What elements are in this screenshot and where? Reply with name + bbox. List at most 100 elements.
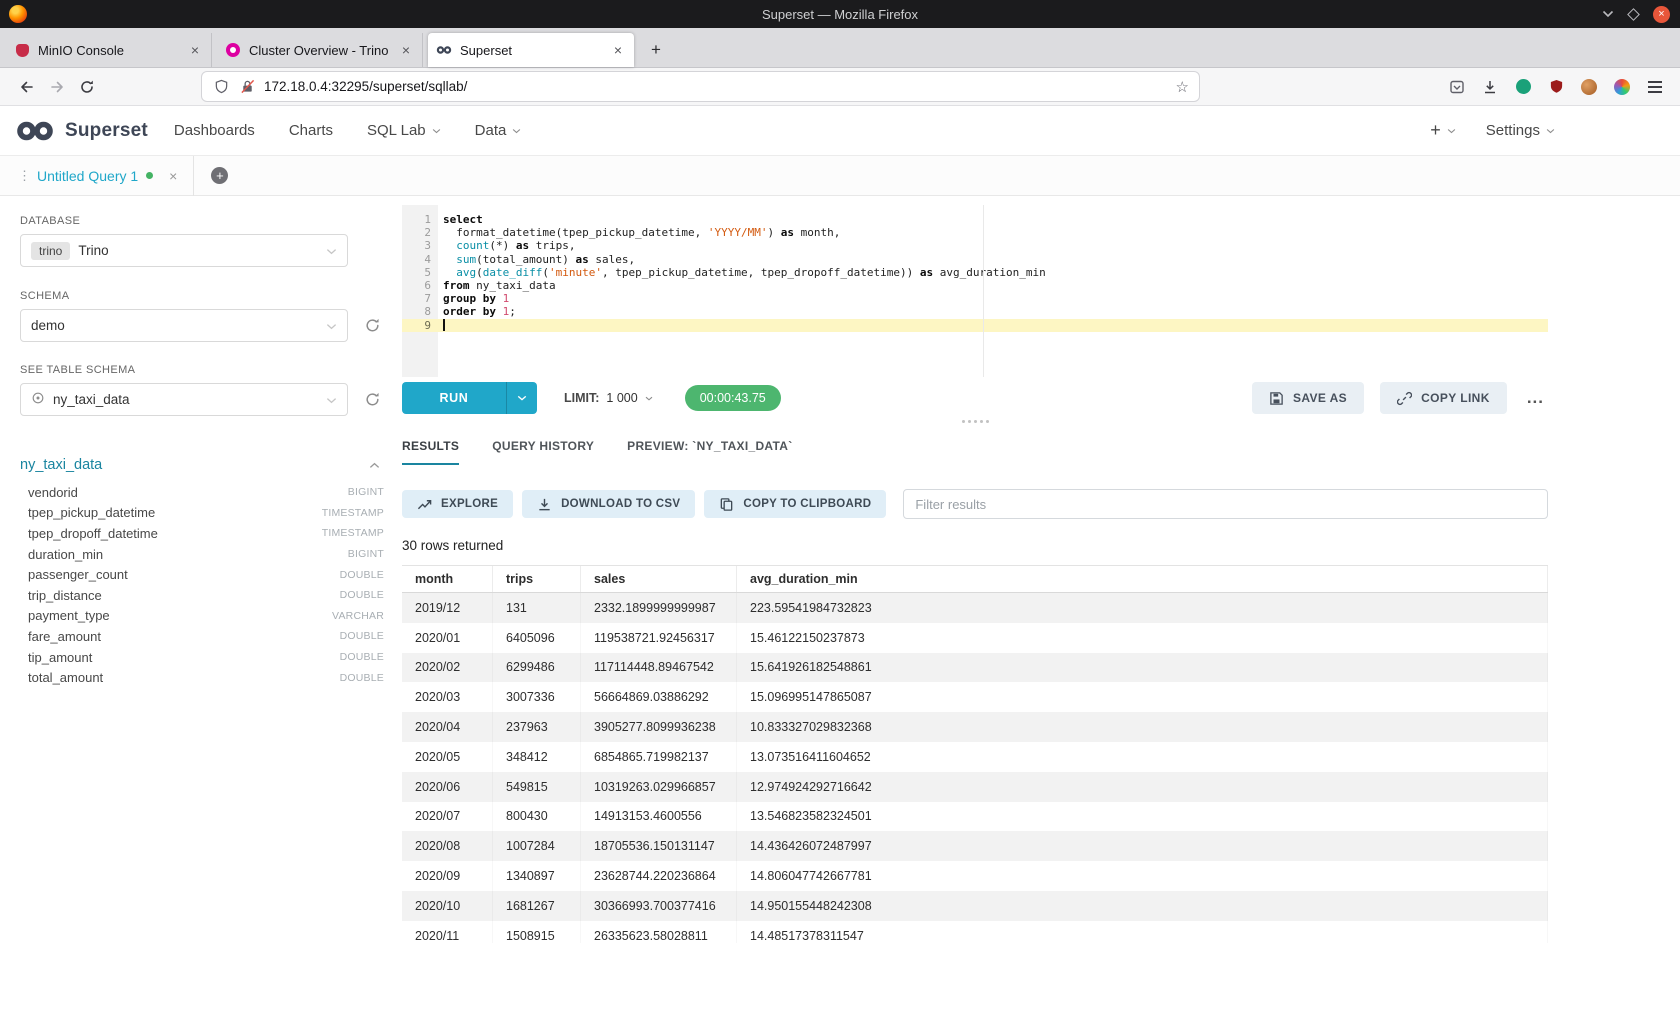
query-tab[interactable]: Untitled Query 1 × xyxy=(37,156,194,196)
account-avatar-icon[interactable] xyxy=(1580,78,1598,96)
nav-sql-lab[interactable]: SQL Lab xyxy=(367,122,441,139)
ublock-shield-icon[interactable] xyxy=(1547,78,1565,96)
copy-clipboard-button[interactable]: COPY TO CLIPBOARD xyxy=(704,490,886,518)
code-line[interactable]: from ny_taxi_data xyxy=(438,279,1548,292)
url-text[interactable]: 172.18.0.4:32295/superset/sqllab/ xyxy=(264,79,1168,94)
column-row[interactable]: payment_typeVARCHAR xyxy=(20,606,384,627)
downloads-icon[interactable] xyxy=(1481,78,1499,96)
code-line[interactable]: count(*) as trips, xyxy=(438,239,1548,252)
nav-dashboards[interactable]: Dashboards xyxy=(174,122,255,139)
save-as-button[interactable]: SAVE AS xyxy=(1252,382,1364,414)
results-tab[interactable]: RESULTS xyxy=(402,430,459,465)
code-line[interactable]: select xyxy=(438,213,1548,226)
column-row[interactable]: vendoridBIGINT xyxy=(20,482,384,503)
schema-select[interactable]: demo xyxy=(20,309,348,342)
sql-editor[interactable]: 123456789 select format_datetime(tpep_pi… xyxy=(402,205,1548,377)
column-row[interactable]: fare_amountDOUBLE xyxy=(20,626,384,647)
extension-pinwheel-icon[interactable] xyxy=(1613,78,1631,96)
grid-cell: 23628744.220236864 xyxy=(581,861,737,891)
column-row[interactable]: passenger_countDOUBLE xyxy=(20,564,384,585)
grid-header-cell[interactable]: month xyxy=(402,566,493,592)
column-row[interactable]: tip_amountDOUBLE xyxy=(20,647,384,668)
filter-results-input[interactable] xyxy=(903,489,1548,519)
pane-resize-handle[interactable] xyxy=(402,415,1548,428)
grid-header: monthtripssalesavg_duration_min xyxy=(402,565,1548,593)
window-minimize-button[interactable] xyxy=(1602,5,1614,23)
insecure-lock-icon[interactable] xyxy=(238,78,256,96)
column-name: passenger_count xyxy=(28,567,128,582)
code-line[interactable]: avg(date_diff('minute', tpep_pickup_date… xyxy=(438,266,1548,279)
code-line[interactable] xyxy=(438,319,1548,332)
download-csv-button[interactable]: DOWNLOAD TO CSV xyxy=(522,490,695,518)
grid-row[interactable]: 2020/10168126730366993.70037741614.95015… xyxy=(402,891,1548,921)
bookmark-star-icon[interactable]: ☆ xyxy=(1176,78,1189,96)
explore-button[interactable]: EXPLORE xyxy=(402,490,513,518)
run-dropdown-button[interactable] xyxy=(506,382,537,414)
grid-row[interactable]: 2020/08100728418705536.15013114714.43642… xyxy=(402,831,1548,861)
grid-row[interactable]: 2020/026299486117114448.8946754215.64192… xyxy=(402,653,1548,683)
code-line[interactable]: format_datetime(tpep_pickup_datetime, 'Y… xyxy=(438,226,1548,239)
query-tab-close-icon[interactable]: × xyxy=(169,168,177,184)
tab-close-icon[interactable]: × xyxy=(187,42,203,58)
code-line[interactable]: order by 1; xyxy=(438,305,1548,318)
grid-row[interactable]: 2020/0654981510319263.02996685712.974924… xyxy=(402,772,1548,802)
save-page-icon[interactable] xyxy=(1448,78,1466,96)
forward-button[interactable] xyxy=(42,73,72,101)
code-line[interactable]: group by 1 xyxy=(438,292,1548,305)
grid-cell: 2020/03 xyxy=(402,682,493,712)
more-options-button[interactable]: ... xyxy=(1523,388,1548,408)
reload-button[interactable] xyxy=(72,73,102,101)
collapse-chevron-icon[interactable] xyxy=(369,456,380,474)
copy-link-button[interactable]: COPY LINK xyxy=(1380,382,1507,414)
chevron-down-icon xyxy=(1447,128,1456,134)
results-tab[interactable]: PREVIEW: `NY_TAXI_DATA` xyxy=(627,430,792,465)
table-select[interactable]: ny_taxi_data xyxy=(20,383,348,416)
column-row[interactable]: tpep_dropoff_datetimeTIMESTAMP xyxy=(20,523,384,544)
editor-code[interactable]: select format_datetime(tpep_pickup_datet… xyxy=(438,205,1548,377)
menu-button[interactable] xyxy=(1646,78,1664,96)
column-type: BIGINT xyxy=(348,548,384,560)
grid-row[interactable]: 2020/016405096119538721.9245631715.46122… xyxy=(402,623,1548,653)
tab-close-icon[interactable]: × xyxy=(398,42,414,58)
table-refresh-button[interactable] xyxy=(360,391,384,408)
grid-header-cell[interactable]: sales xyxy=(581,566,737,592)
nav-data[interactable]: Data xyxy=(475,122,522,139)
header-settings-button[interactable]: Settings xyxy=(1486,122,1555,139)
column-row[interactable]: tpep_pickup_datetimeTIMESTAMP xyxy=(20,503,384,524)
code-line[interactable]: sum(total_amount) as sales, xyxy=(438,253,1548,266)
grid-header-cell[interactable]: avg_duration_min xyxy=(737,566,1548,592)
grid-row[interactable]: 2020/03300733656664869.0388629215.096995… xyxy=(402,682,1548,712)
limit-control[interactable]: LIMIT: 1 000 xyxy=(564,391,653,405)
browser-tab-superset[interactable]: Superset × xyxy=(428,33,634,67)
tab-close-icon[interactable]: × xyxy=(610,42,626,58)
new-tab-button[interactable]: + xyxy=(639,33,673,67)
grid-row[interactable]: 2020/0780043014913153.460055613.54682358… xyxy=(402,802,1548,832)
column-row[interactable]: duration_minBIGINT xyxy=(20,544,384,565)
back-button[interactable] xyxy=(12,73,42,101)
grid-row[interactable]: 2020/09134089723628744.22023686414.80604… xyxy=(402,861,1548,891)
table-name[interactable]: ny_taxi_data xyxy=(20,457,102,473)
header-plus-button[interactable]: + xyxy=(1430,120,1456,141)
run-button[interactable]: RUN xyxy=(402,382,506,414)
grid-row[interactable]: 2020/042379633905277.809993623810.833327… xyxy=(402,712,1548,742)
column-row[interactable]: total_amountDOUBLE xyxy=(20,667,384,688)
nav-charts[interactable]: Charts xyxy=(289,122,333,139)
grid-row[interactable]: 2020/053484126854865.71998213713.0735164… xyxy=(402,742,1548,772)
browser-tab-minio[interactable]: MinIO Console × xyxy=(6,33,212,67)
add-query-tab-button[interactable]: + xyxy=(211,167,228,184)
shield-icon[interactable] xyxy=(212,78,230,96)
window-maximize-button[interactable] xyxy=(1627,8,1640,21)
extension-green-icon[interactable] xyxy=(1514,78,1532,96)
schema-refresh-button[interactable] xyxy=(360,317,384,334)
superset-brand[interactable]: Superset xyxy=(14,120,148,142)
grid-header-cell[interactable]: trips xyxy=(493,566,581,592)
grid-row[interactable]: 2019/121312332.1899999999987223.59541984… xyxy=(402,593,1548,623)
column-row[interactable]: trip_distanceDOUBLE xyxy=(20,585,384,606)
url-bar[interactable]: 172.18.0.4:32295/superset/sqllab/ ☆ xyxy=(202,72,1199,101)
database-select[interactable]: trino Trino xyxy=(20,234,348,267)
grid-row[interactable]: 2020/11150891526335623.5802881114.485173… xyxy=(402,921,1548,943)
browser-tab-trino[interactable]: Cluster Overview - Trino × xyxy=(217,33,423,67)
results-tab[interactable]: QUERY HISTORY xyxy=(492,430,594,465)
window-close-button[interactable]: × xyxy=(1653,6,1670,23)
chevron-down-icon xyxy=(432,128,441,134)
